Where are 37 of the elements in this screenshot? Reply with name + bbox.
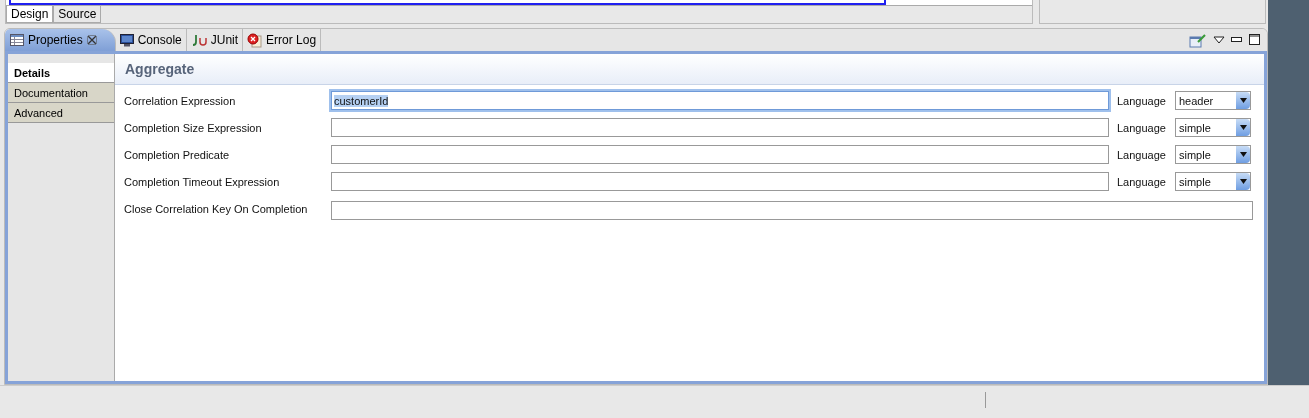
- error-log-icon: [247, 32, 263, 48]
- editor-tab[interactable]: Design: [6, 6, 54, 23]
- input-field[interactable]: [331, 172, 1109, 191]
- language-dropdown[interactable]: simple: [1175, 172, 1251, 191]
- editor-tab[interactable]: Source: [53, 6, 102, 23]
- section-tab[interactable]: Documentation: [8, 83, 114, 103]
- field-label: Completion Size Expression: [124, 121, 263, 134]
- junit-icon: [190, 34, 207, 46]
- pin-editor-icon[interactable]: [1189, 32, 1207, 48]
- monitor-icon: [119, 33, 134, 47]
- view-tab[interactable]: Properties: [5, 29, 116, 51]
- language-dropdown[interactable]: simple: [1175, 145, 1251, 164]
- caret-icon: [1239, 179, 1247, 184]
- input-field[interactable]: [331, 145, 1109, 164]
- caret-icon: [1239, 98, 1247, 103]
- section-tab[interactable]: Advanced: [8, 103, 114, 123]
- maximize-icon[interactable]: [1249, 34, 1261, 46]
- language-label: Language: [1117, 175, 1167, 188]
- language-dropdown[interactable]: simple: [1175, 118, 1251, 137]
- input-field[interactable]: [331, 200, 1253, 220]
- language-label: Language: [1117, 148, 1167, 161]
- close-icon[interactable]: [86, 35, 97, 45]
- field-label: Completion Timeout Expression: [124, 175, 281, 188]
- field-label: Correlation Expression: [124, 94, 237, 107]
- field-label: Close Correlation Key On Completion: [124, 202, 309, 215]
- input-field[interactable]: customerId: [331, 91, 1109, 110]
- input-field[interactable]: [331, 118, 1109, 137]
- language-dropdown[interactable]: header: [1175, 91, 1251, 110]
- table-icon: [10, 34, 24, 46]
- section-tab[interactable]: Details: [8, 63, 114, 83]
- language-label: Language: [1117, 94, 1167, 107]
- caret-icon: [1239, 152, 1247, 157]
- caret-icon: [1239, 125, 1247, 130]
- minimize-icon[interactable]: [1231, 37, 1243, 43]
- field-label: Completion Predicate: [124, 148, 231, 161]
- language-label: Language: [1117, 121, 1167, 134]
- view-menu-icon[interactable]: [1213, 36, 1225, 44]
